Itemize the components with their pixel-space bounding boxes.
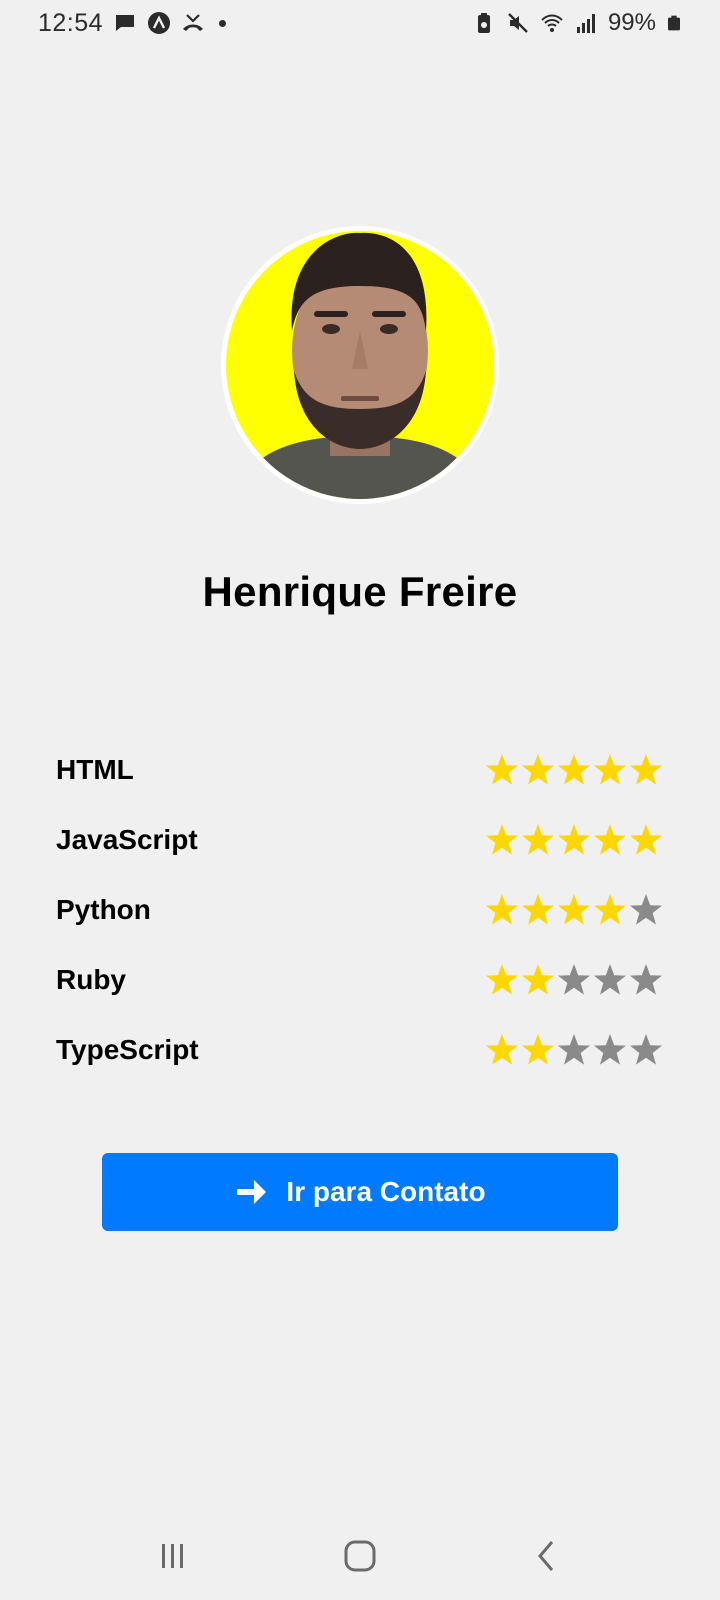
contact-button-label: Ir para Contato [286,1176,486,1207]
star-filled-icon [486,754,518,785]
skill-label: Python [56,894,151,925]
star-filled-icon [522,894,554,925]
back-icon [537,1541,553,1571]
recent-apps-icon [162,1544,184,1568]
battery-icon [668,15,680,31]
wifi-icon [541,14,563,32]
star-rating [484,892,664,928]
star-rating [484,822,664,858]
status-bar: 12:54 99% [0,0,720,46]
contact-button[interactable]: Ir para Contato [102,1153,618,1231]
star-filled-icon [594,894,626,925]
status-right: 99% [472,9,682,37]
star-filled-icon [594,824,626,855]
star-rating [484,962,664,998]
signal-icon [576,14,595,33]
star-empty-icon [630,1034,662,1065]
skill-label: HTML [56,754,134,785]
dot-icon [219,19,227,27]
battery-percent: 99% [607,9,656,36]
status-time: 12:54 [38,8,104,37]
star-filled-icon [486,894,518,925]
star-empty-icon [594,964,626,995]
star-filled-icon [594,754,626,785]
skill-label: JavaScript [56,824,198,855]
skills-list: HTML JavaScript Python Ruby TypeScript [56,735,664,1085]
skill-row: Python [56,875,664,945]
skill-label: Ruby [56,964,126,995]
star-rating [484,752,664,788]
avatar [226,231,494,499]
skill-label: TypeScript [56,1034,199,1065]
star-rating [484,1032,664,1068]
star-filled-icon [630,754,662,785]
profile-name: Henrique Freire [202,568,518,615]
star-empty-icon [558,964,590,995]
star-filled-icon [522,1034,554,1065]
skill-row: JavaScript [56,805,664,875]
app-a-icon [148,12,171,34]
star-empty-icon [594,1034,626,1065]
skill-row: Ruby [56,945,664,1015]
star-filled-icon [558,824,590,855]
nav-bar [0,1520,720,1592]
star-filled-icon [630,824,662,855]
avatar-portrait [236,232,484,499]
star-filled-icon [558,754,590,785]
back-button[interactable] [517,1531,577,1581]
mute-icon [508,13,528,33]
star-empty-icon [630,894,662,925]
star-empty-icon [558,1034,590,1065]
star-filled-icon [522,754,554,785]
star-filled-icon [558,894,590,925]
arrow-right-icon [237,1180,267,1204]
status-left: 12:54 [38,8,227,38]
star-filled-icon [486,1034,518,1065]
home-icon [344,1540,376,1572]
missed-call-icon [183,14,204,31]
avatar-frame [221,226,499,504]
home-button[interactable] [330,1531,390,1581]
star-empty-icon [630,964,662,995]
star-filled-icon [486,964,518,995]
message-icon [116,15,135,31]
battery-saver-icon [477,13,490,33]
recent-apps-button[interactable] [143,1531,203,1581]
star-filled-icon [522,824,554,855]
star-filled-icon [522,964,554,995]
star-filled-icon [486,824,518,855]
skill-row: TypeScript [56,1015,664,1085]
skill-row: HTML [56,735,664,805]
